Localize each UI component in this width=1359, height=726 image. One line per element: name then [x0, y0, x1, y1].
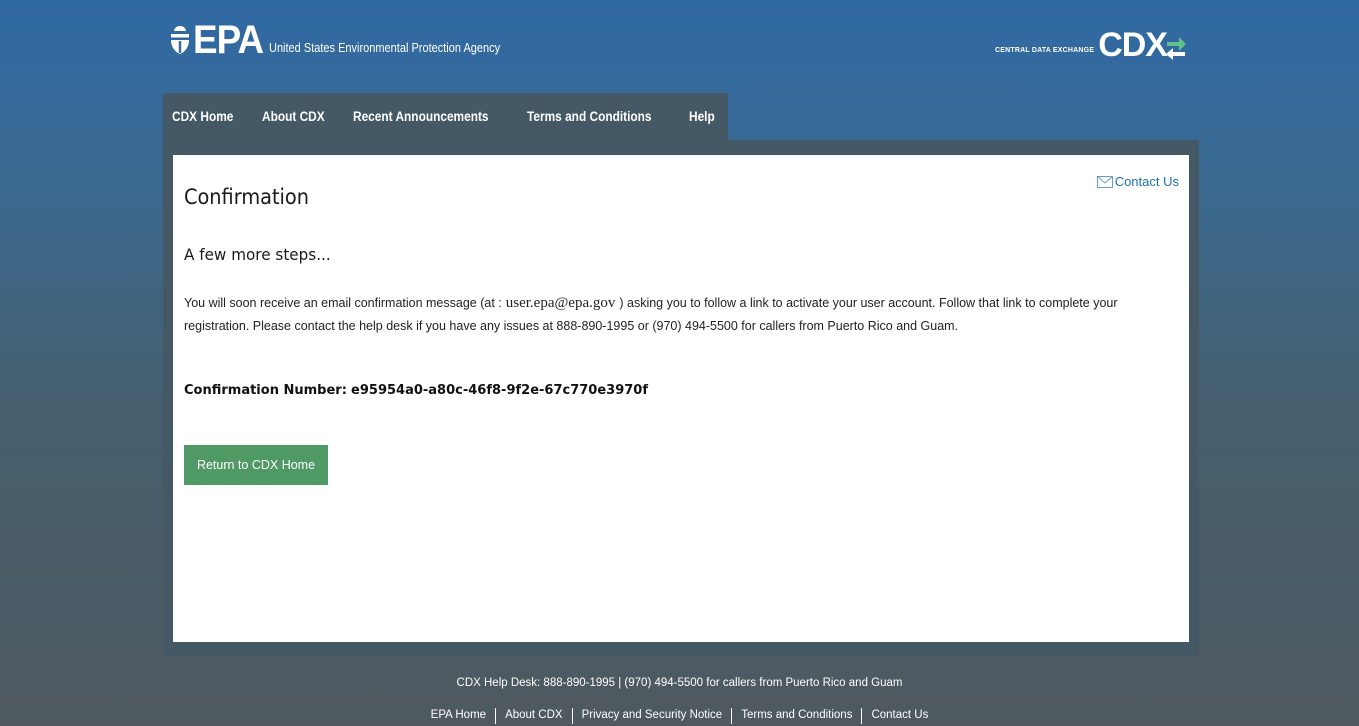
confirmation-card: Confirmation Contact Us A few more steps… — [173, 155, 1189, 642]
content-frame: Confirmation Contact Us A few more steps… — [163, 140, 1199, 656]
nav-item-terms-and-conditions[interactable]: Terms and Conditions — [527, 109, 652, 124]
cdx-tagline: CENTRAL DATA EXCHANGE — [994, 47, 1095, 54]
footer-link-terms[interactable]: Terms and Conditions — [741, 709, 852, 725]
footer-divider — [571, 708, 573, 724]
confirmation-number-label: Confirmation Number: — [184, 383, 347, 398]
nav-item-help[interactable]: Help — [689, 109, 715, 124]
nav-item-recent-announcements[interactable]: Recent Announcements — [353, 109, 489, 124]
footer-links: EPA Home About CDX Privacy and Security … — [0, 708, 1359, 725]
email-address: user.epa@epa.gov — [505, 295, 616, 311]
footer-divider — [495, 708, 497, 724]
contact-us-label: Contact Us — [1114, 174, 1179, 189]
nav-item-about-cdx[interactable]: About CDX — [262, 109, 325, 124]
page-title: Confirmation — [184, 185, 310, 209]
epa-logo[interactable]: EPA United States Environmental Protecti… — [169, 20, 532, 60]
footer-divider — [861, 708, 863, 724]
main-nav: CDX Home About CDX Recent Announcements … — [163, 93, 728, 140]
footer-help-desk: CDX Help Desk: 888-890-1995 | (970) 494-… — [456, 677, 903, 689]
mail-icon — [1096, 175, 1113, 188]
nav-item-cdx-home[interactable]: CDX Home — [172, 109, 233, 124]
footer-divider — [731, 708, 733, 724]
steps-heading: A few more steps... — [184, 245, 331, 264]
epa-mark: EPA — [169, 20, 269, 60]
epa-wordmark: EPA — [193, 18, 264, 62]
return-to-cdx-home-button[interactable]: Return to CDX Home — [184, 445, 328, 485]
confirmation-number-value: e95954a0-a80c-46f8-9f2e-67c770e3970f — [351, 383, 648, 398]
epa-flower-icon — [171, 26, 189, 54]
footer-link-privacy[interactable]: Privacy and Security Notice — [582, 709, 723, 725]
contact-us-link[interactable]: Contact Us — [1096, 174, 1179, 189]
footer-link-contact-us[interactable]: Contact Us — [871, 709, 928, 725]
instructions-text-before: You will soon receive an email confirmat… — [184, 296, 502, 310]
footer-link-about-cdx[interactable]: About CDX — [505, 709, 563, 725]
site-header: EPA United States Environmental Protecti… — [163, 0, 1199, 93]
cdx-logo[interactable]: CENTRAL DATA EXCHANGE CDX — [995, 28, 1187, 62]
cdx-arrows-icon — [1166, 37, 1186, 60]
confirmation-number: Confirmation Number: e95954a0-a80c-46f8-… — [184, 383, 648, 398]
footer-link-epa-home[interactable]: EPA Home — [431, 709, 486, 725]
agency-name: United States Environmental Protection A… — [269, 41, 501, 55]
instructions-paragraph: You will soon receive an email confirmat… — [184, 292, 1184, 338]
cdx-wordmark: CDX — [1098, 26, 1168, 64]
